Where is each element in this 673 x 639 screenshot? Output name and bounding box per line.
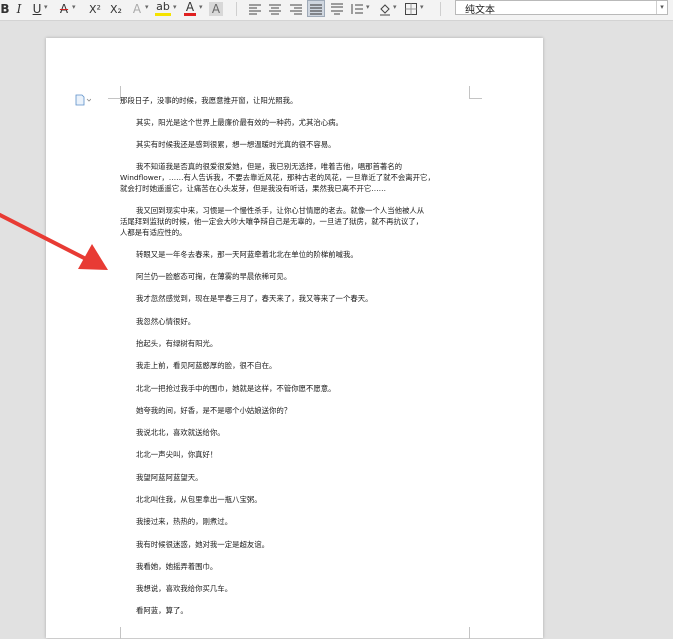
italic-button[interactable]: I: [13, 0, 25, 18]
paragraph-line: 抬起头，有绿树有阳光。: [136, 339, 218, 348]
paragraph-line: 看阿蓝，算了。: [136, 606, 188, 615]
style-selector-value: 纯文本: [465, 5, 495, 16]
paragraph-line: 我才忽然感觉到，现在是早春三月了，春天来了，我又等来了一个春天。: [136, 294, 373, 303]
highlight-dropdown-icon[interactable]: ▾: [173, 3, 177, 11]
justify-icon: [310, 4, 322, 14]
paragraph-line: 那段日子，没事的时候，我愿意推开窗，让阳光照我。: [120, 96, 298, 105]
line-spacing-dropdown-icon[interactable]: ▾: [366, 3, 370, 11]
paragraph-line: 活尾拜到监狱的时候，他一定会大吵大嚷争辩自己是无辜的，一旦进了狱房，就不再抗议了…: [120, 217, 424, 226]
document-page[interactable]: 那段日子，没事的时候，我愿意推开窗，让阳光照我。 其实，阳光是这个世界上最廉价最…: [46, 38, 543, 639]
paragraph-line: 其实，阳光是这个世界上最廉价最有效的一种药，尤其治心病。: [136, 118, 343, 127]
paragraph-line: 我望阿蓝阿蓝望天。: [136, 473, 203, 482]
paragraph-line: 就会打时她遥遥它，让痛苦在心头发芽，但是我没有听话，果然我已离不开它……: [120, 184, 387, 193]
align-right-icon[interactable]: [289, 2, 303, 20]
toolbar-divider: [440, 2, 441, 16]
paragraph-line: 她夸我的间，好香，是不是哪个小姑娘送你的？: [136, 406, 292, 415]
paragraph-line: 转眼又是一年冬去春来，那一天阿蓝牵着北北在单位的阶梯前喊我。: [136, 250, 358, 259]
shading-bucket-icon[interactable]: [378, 2, 392, 20]
paragraph-line: 我走上前，看见阿蓝憨厚的脸，很不自在。: [136, 361, 277, 370]
strikethrough-button[interactable]: A: [58, 0, 70, 18]
document-nav-icon[interactable]: [75, 94, 91, 106]
underline-dropdown-icon[interactable]: ▾: [44, 3, 48, 11]
paragraph-line: 我接过来，热热的，刚煮过。: [136, 517, 233, 526]
paragraph-line: 我又回到现实中来，习惯是一个慢性杀手，让你心甘情愿的老去。就像一个人当他被人从: [136, 206, 425, 215]
formatting-toolbar: B I U ▾ A ▾ X² X₂ A ▾ ab ▾ A ▾ A ▾ ▾ ▾ 纯…: [0, 0, 673, 21]
borders-icon[interactable]: [404, 2, 418, 20]
style-selector[interactable]: 纯文本 ▾: [455, 0, 668, 16]
margin-corner-bottom-right: [469, 627, 482, 639]
paragraph-line: 我看她，她摇弄着围巾。: [136, 562, 218, 571]
paragraph-line: 我说北北，喜欢就送给你。: [136, 428, 225, 437]
align-center-icon[interactable]: [268, 2, 282, 20]
toolbar-divider: [236, 2, 237, 16]
paragraph-line: 北北一声尖叫，你真好！: [136, 450, 218, 459]
margin-corner-top-right: [469, 86, 482, 99]
paragraph-line: 我不知道我是否真的很爱很爱她，但是，我已别无选择，唯着吉他，唱那首著名的: [136, 162, 403, 171]
line-spacing-icon[interactable]: [350, 2, 364, 20]
font-color-button[interactable]: A: [184, 0, 196, 16]
text-effect-button[interactable]: A: [130, 0, 144, 18]
subscript-button[interactable]: X₂: [107, 0, 125, 18]
strikethrough-dropdown-icon[interactable]: ▾: [72, 3, 76, 11]
paragraph-line: 阿兰仍一脸憨态可掬，在薄雾的早晨依稀可见。: [136, 272, 292, 281]
distributed-align-icon[interactable]: [330, 2, 344, 20]
style-scroll-icon[interactable]: ▾: [656, 1, 667, 14]
paragraph-line: 我忽然心情很好。: [136, 317, 196, 326]
margin-corner-bottom-left: [108, 627, 121, 639]
highlight-button[interactable]: ab: [155, 0, 171, 16]
paragraph-line: Windflower，……有人告诉我，不要去靠近风花，那种古老的风花，一旦靠近了…: [120, 173, 435, 182]
justify-button[interactable]: [307, 0, 325, 17]
underline-button[interactable]: U: [31, 0, 43, 18]
char-shading-button[interactable]: A: [209, 2, 223, 16]
paragraph-line: 北北一把抢过我手中的围巾，她就是这样，不管你愿不愿意。: [136, 384, 336, 393]
shading-dropdown-icon[interactable]: ▾: [393, 3, 397, 11]
font-color-dropdown-icon[interactable]: ▾: [199, 3, 203, 11]
paragraph-line: 我想说，喜欢我给你买几车。: [136, 584, 233, 593]
bold-button[interactable]: B: [0, 0, 11, 18]
paragraph-line: 我有时候很迷惑，她对我一定是超友谊。: [136, 540, 270, 549]
paragraph-line: 其实有时候我还是感到很累，想一想温暖时光真的很不容易。: [136, 140, 336, 149]
text-effect-dropdown-icon[interactable]: ▾: [145, 3, 149, 11]
align-left-icon[interactable]: [248, 2, 262, 20]
superscript-button[interactable]: X²: [86, 0, 104, 18]
borders-dropdown-icon[interactable]: ▾: [420, 3, 424, 11]
annotation-arrow-icon: [0, 213, 108, 270]
paragraph-line: 北北叫住我，从包里拿出一瓶八宝粥。: [136, 495, 262, 504]
